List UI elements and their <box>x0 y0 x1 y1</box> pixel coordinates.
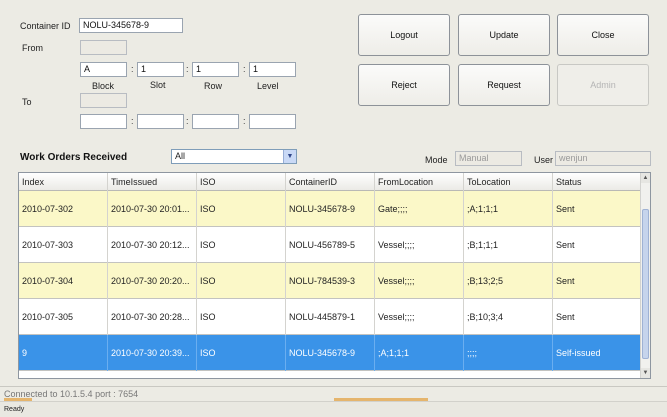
filter-value: All <box>175 151 186 161</box>
cell-fromlocation: Gate;;;; <box>375 191 464 227</box>
table-row[interactable]: 2010-07-303 2010-07-30 20:12... ISO NOLU… <box>19 227 641 263</box>
cell-timeissued: 2010-07-30 20:39... <box>108 335 197 371</box>
col-header-tolocation[interactable]: ToLocation <box>464 173 553 191</box>
cell-iso: ISO <box>197 263 286 299</box>
cell-containerid: NOLU-345678-9 <box>286 191 375 227</box>
to-block-field[interactable] <box>80 114 127 129</box>
col-header-timeissued[interactable]: TimeIssued <box>108 173 197 191</box>
user-field: wenjun <box>555 151 651 166</box>
update-button[interactable]: Update <box>458 14 550 56</box>
cell-timeissued: 2010-07-30 20:01... <box>108 191 197 227</box>
cell-iso: ISO <box>197 335 286 371</box>
ready-status: Ready <box>0 401 667 417</box>
cell-iso: ISO <box>197 227 286 263</box>
grid-header: Index TimeIssued ISO ContainerID FromLoc… <box>19 173 641 191</box>
from-sep-3: : <box>243 64 246 74</box>
scroll-up-icon[interactable]: ▲ <box>641 173 650 183</box>
to-row-field[interactable] <box>192 114 239 129</box>
cell-tolocation: ;B;13;2;5 <box>464 263 553 299</box>
from-location-field <box>80 40 127 55</box>
to-sep-1: : <box>131 116 134 126</box>
cell-status: Sent <box>553 299 641 335</box>
col-header-iso[interactable]: ISO <box>197 173 286 191</box>
to-location-field <box>80 93 127 108</box>
cell-containerid: NOLU-784539-3 <box>286 263 375 299</box>
user-label: User <box>534 155 554 165</box>
container-id-field[interactable]: NOLU-345678-9 <box>79 18 183 33</box>
cell-fromlocation: Vessel;;;; <box>375 263 464 299</box>
table-row[interactable]: 2010-07-302 2010-07-30 20:01... ISO NOLU… <box>19 191 641 227</box>
filter-select[interactable]: All ▼ <box>171 149 297 164</box>
mode-field: Manual <box>455 151 522 166</box>
table-row-selected[interactable]: 9 2010-07-30 20:39... ISO NOLU-345678-9 … <box>19 335 641 371</box>
scroll-thumb[interactable] <box>642 209 649 359</box>
work-orders-title: Work Orders Received <box>20 152 128 163</box>
cell-tolocation: ;B;1;1;1 <box>464 227 553 263</box>
cell-timeissued: 2010-07-30 20:28... <box>108 299 197 335</box>
cell-index: 2010-07-302 <box>19 191 108 227</box>
slot-label: Slot <box>150 80 166 90</box>
from-slot-field[interactable]: 1 <box>137 62 184 77</box>
cell-index: 2010-07-305 <box>19 299 108 335</box>
cell-index: 2010-07-304 <box>19 263 108 299</box>
level-label: Level <box>257 81 279 91</box>
scroll-down-icon[interactable]: ▼ <box>641 368 650 378</box>
work-orders-grid[interactable]: Index TimeIssued ISO ContainerID FromLoc… <box>18 172 651 379</box>
cell-status: Sent <box>553 227 641 263</box>
from-level-field[interactable]: 1 <box>249 62 296 77</box>
cell-tolocation: ;;;; <box>464 335 553 371</box>
to-label: To <box>22 97 32 107</box>
table-row[interactable]: 2010-07-305 2010-07-30 20:28... ISO NOLU… <box>19 299 641 335</box>
request-button[interactable]: Request <box>458 64 550 106</box>
from-sep-1: : <box>131 64 134 74</box>
logout-button[interactable]: Logout <box>358 14 450 56</box>
to-sep-3: : <box>243 116 246 126</box>
cell-status: Self-issued <box>553 335 641 371</box>
row-label: Row <box>204 81 223 91</box>
to-level-field[interactable] <box>249 114 296 129</box>
from-sep-2: : <box>186 64 189 74</box>
cell-containerid: NOLU-445879-1 <box>286 299 375 335</box>
cell-iso: ISO <box>197 299 286 335</box>
col-header-fromlocation[interactable]: FromLocation <box>375 173 464 191</box>
cell-fromlocation: Vessel;;;; <box>375 227 464 263</box>
cell-status: Sent <box>553 191 641 227</box>
chevron-down-icon[interactable]: ▼ <box>283 150 296 163</box>
col-header-index[interactable]: Index <box>19 173 108 191</box>
col-header-status[interactable]: Status <box>553 173 641 191</box>
admin-button: Admin <box>557 64 649 106</box>
cell-tolocation: ;A;1;1;1 <box>464 191 553 227</box>
cell-index: 2010-07-303 <box>19 227 108 263</box>
to-sep-2: : <box>186 116 189 126</box>
from-block-field[interactable]: A <box>80 62 127 77</box>
mode-label: Mode <box>425 155 448 165</box>
cell-timeissued: 2010-07-30 20:20... <box>108 263 197 299</box>
cell-containerid: NOLU-345678-9 <box>286 335 375 371</box>
container-id-label: Container ID <box>20 21 71 31</box>
from-label: From <box>22 43 43 53</box>
reject-button[interactable]: Reject <box>358 64 450 106</box>
table-row[interactable]: 2010-07-304 2010-07-30 20:20... ISO NOLU… <box>19 263 641 299</box>
cell-containerid: NOLU-456789-5 <box>286 227 375 263</box>
close-button[interactable]: Close <box>557 14 649 56</box>
cell-iso: ISO <box>197 191 286 227</box>
cell-tolocation: ;B;10;3;4 <box>464 299 553 335</box>
grid-vertical-scrollbar[interactable]: ▲ ▼ <box>640 173 650 378</box>
cell-fromlocation: Vessel;;;; <box>375 299 464 335</box>
cell-index: 9 <box>19 335 108 371</box>
cell-status: Sent <box>553 263 641 299</box>
col-header-containerid[interactable]: ContainerID <box>286 173 375 191</box>
to-slot-field[interactable] <box>137 114 184 129</box>
cell-timeissued: 2010-07-30 20:12... <box>108 227 197 263</box>
block-label: Block <box>92 81 115 91</box>
from-row-field[interactable]: 1 <box>192 62 239 77</box>
cell-fromlocation: ;A;1;1;1 <box>375 335 464 371</box>
